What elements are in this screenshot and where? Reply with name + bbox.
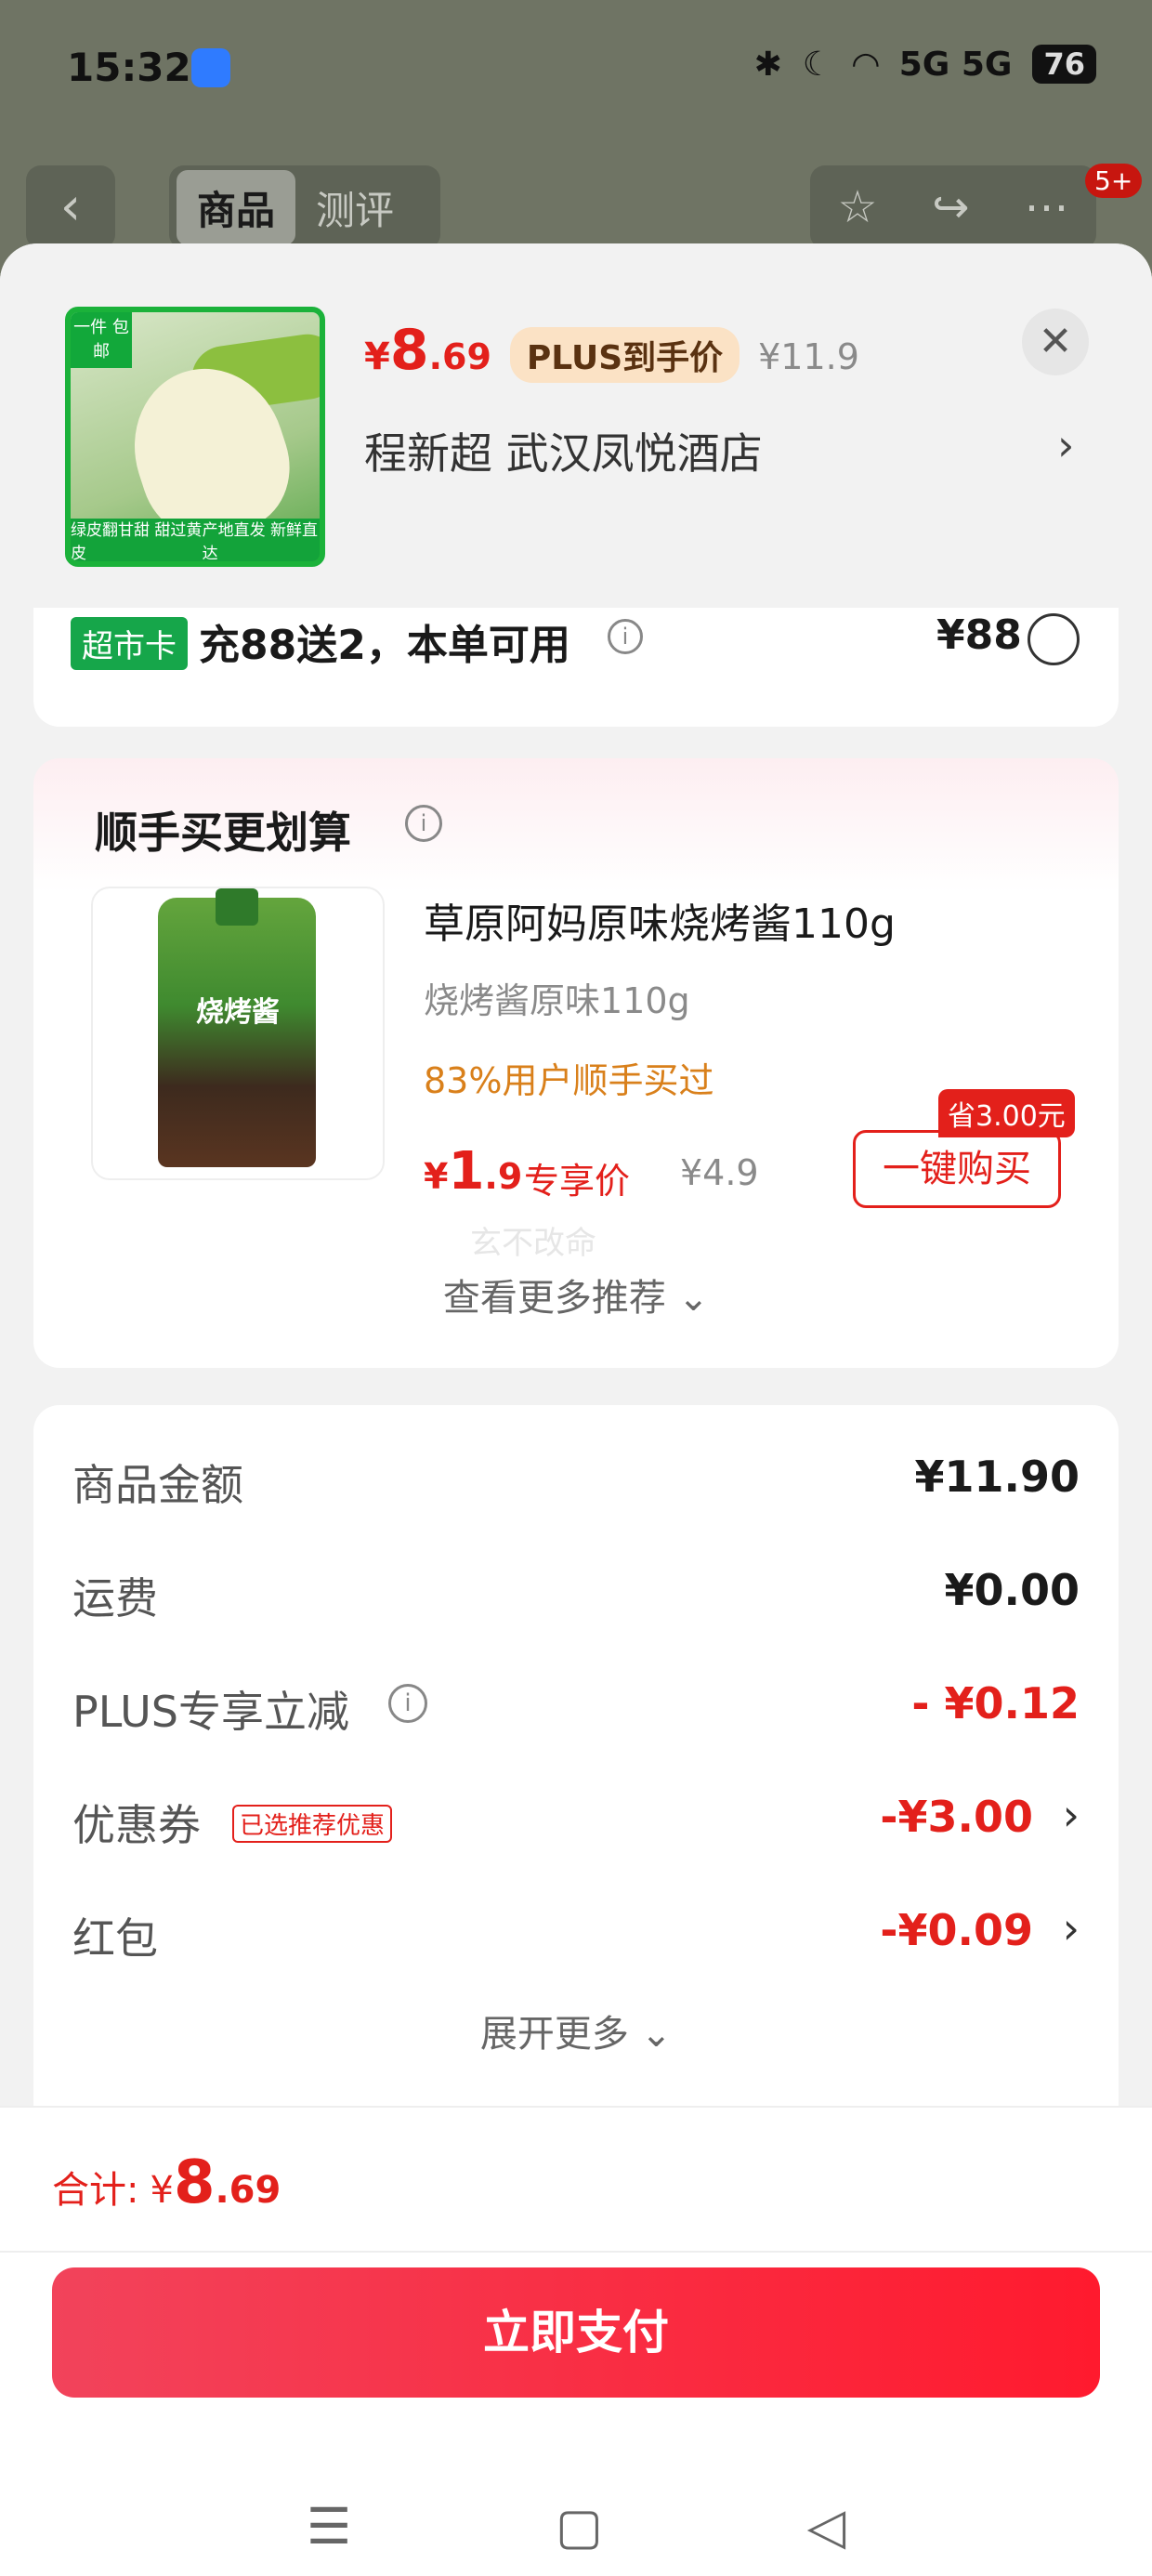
- summary-row-shipping: 运费 ¥0.00: [72, 1565, 1080, 1623]
- price-summary-card: 商品金额 ¥11.90 运费 ¥0.00 PLUS专享立减 i - ¥0.12 …: [33, 1405, 1119, 2167]
- summary-row-coupon[interactable]: 优惠券 已选推荐优惠 -¥3.00 ›: [72, 1782, 1080, 1857]
- bluetooth-icon: ✱: [753, 45, 782, 84]
- free-shipping-tag: 一件 包邮: [71, 312, 132, 368]
- app-notification-icon: [191, 48, 230, 87]
- product-price-row: ¥8.69 PLUS到手价 ¥11.9: [364, 318, 859, 383]
- tab-review[interactable]: 测评: [295, 170, 414, 245]
- moon-icon: ☾: [802, 45, 833, 84]
- chevron-right-icon[interactable]: ›: [1063, 1790, 1080, 1840]
- product-original-price: ¥11.9: [758, 336, 859, 377]
- back-button[interactable]: ‹: [26, 165, 115, 249]
- checkout-bottom-bar: 合计: ¥ 8 .69 立即支付 ☰ ▢ ◁: [0, 2106, 1152, 2576]
- more-recommendations-link[interactable]: 查看更多推荐 ⌄: [33, 1268, 1119, 1321]
- pouch-cap: [216, 888, 258, 926]
- product-price: ¥8.69: [364, 318, 491, 383]
- info-icon[interactable]: i: [608, 619, 643, 654]
- plus-price-badge: PLUS到手价: [509, 327, 740, 383]
- divider: [0, 2251, 1152, 2253]
- tab-goods[interactable]: 商品: [177, 169, 296, 245]
- summary-row-red-packet[interactable]: 红包 -¥0.09 ›: [72, 1896, 1080, 1970]
- supermarket-card-radio[interactable]: [1028, 613, 1080, 665]
- supermarket-card-amount: ¥88: [936, 611, 1022, 659]
- info-icon[interactable]: i: [405, 805, 442, 842]
- status-icons: ✱ ☾ ◠ 5G 5G 76: [754, 45, 1096, 84]
- supermarket-card-text: 充88送2，本单可用: [199, 622, 570, 669]
- favorite-star-icon[interactable]: ☆: [837, 181, 877, 233]
- product-thumbnail: 一件 包邮 绿皮翻甘甜 甜过黄皮 产地直发 新鲜直达: [65, 307, 325, 567]
- status-bar: 15:32 ✱ ☾ ◠ 5G 5G 76: [0, 0, 1152, 139]
- battery-icon: 76: [1032, 45, 1096, 84]
- recommendation-title: 顺手买更划算: [95, 808, 351, 858]
- wifi-icon: ◠: [853, 45, 879, 84]
- recommendation-stat: 83%用户顺手买过: [424, 1060, 714, 1101]
- delivery-address[interactable]: 程新超 武汉凤悦酒店: [364, 420, 1089, 481]
- exclusive-price-label: 专享价: [524, 1161, 631, 1202]
- close-button[interactable]: ✕: [1022, 309, 1089, 375]
- info-icon[interactable]: i: [388, 1684, 427, 1723]
- more-icon[interactable]: ⋯: [1025, 181, 1069, 233]
- back-triangle-icon[interactable]: ◁: [807, 2497, 846, 2556]
- summary-row-goods: 商品金额 ¥11.90: [72, 1452, 1080, 1510]
- thumbnail-footer-left: 绿皮翻甘甜 甜过黄皮: [71, 521, 203, 563]
- bbq-sauce-image[interactable]: 烧烤酱: [91, 887, 385, 1180]
- summary-row-plus-discount: PLUS专享立减 i - ¥0.12: [72, 1678, 1080, 1737]
- nav-actions: ☆ ↪ ⋯: [810, 165, 1096, 249]
- recommendation-original-price: ¥4.9: [680, 1152, 759, 1193]
- recommendation-card: 顺手买更划算 i 烧烤酱 草原阿妈原味烧烤酱110g 烧烤酱原味110g 83%…: [33, 758, 1119, 1368]
- chevron-right-icon[interactable]: ›: [1063, 1903, 1080, 1953]
- supermarket-card-chip: 超市卡: [71, 617, 188, 670]
- sauce-pouch-image: [158, 898, 316, 1167]
- order-total: 合计: ¥ 8 .69: [52, 2149, 281, 2217]
- home-square-icon[interactable]: ▢: [556, 2497, 603, 2556]
- coupon-selected-tag: 已选推荐优惠: [232, 1805, 393, 1843]
- recommendation-price: ¥1.9: [424, 1141, 523, 1202]
- watermark-text: 玄不改命: [470, 1225, 596, 1262]
- message-badge: 5+: [1085, 164, 1143, 198]
- menu-icon[interactable]: ☰: [307, 2497, 351, 2556]
- signal-icon: 5G 5G: [898, 45, 1013, 84]
- sheet-header: 一件 包邮 绿皮翻甘甜 甜过黄皮 产地直发 新鲜直达 ¥8.69 PLUS到手价…: [0, 243, 1152, 608]
- recommendation-spec: 烧烤酱原味110g: [424, 980, 690, 1021]
- status-time: 15:32: [67, 45, 191, 90]
- thumbnail-footer: 绿皮翻甘甜 甜过黄皮 产地直发 新鲜直达: [71, 519, 320, 561]
- thumbnail-footer-right: 产地直发 新鲜直达: [202, 521, 318, 563]
- share-icon[interactable]: ↪: [932, 181, 969, 233]
- expand-more-link[interactable]: 展开更多 ⌄: [33, 2004, 1119, 2057]
- pouch-label: 烧烤酱: [196, 996, 280, 1029]
- pay-now-button[interactable]: 立即支付: [52, 2267, 1100, 2398]
- recommendation-name[interactable]: 草原阿妈原味烧烤酱110g: [424, 890, 896, 950]
- one-click-buy-button[interactable]: 一键购买: [853, 1130, 1061, 1208]
- chevron-right-icon[interactable]: ›: [1057, 420, 1074, 470]
- system-navigation-bar: ☰ ▢ ◁: [0, 2479, 1152, 2572]
- nav-tabs: 商品 测评: [169, 165, 440, 249]
